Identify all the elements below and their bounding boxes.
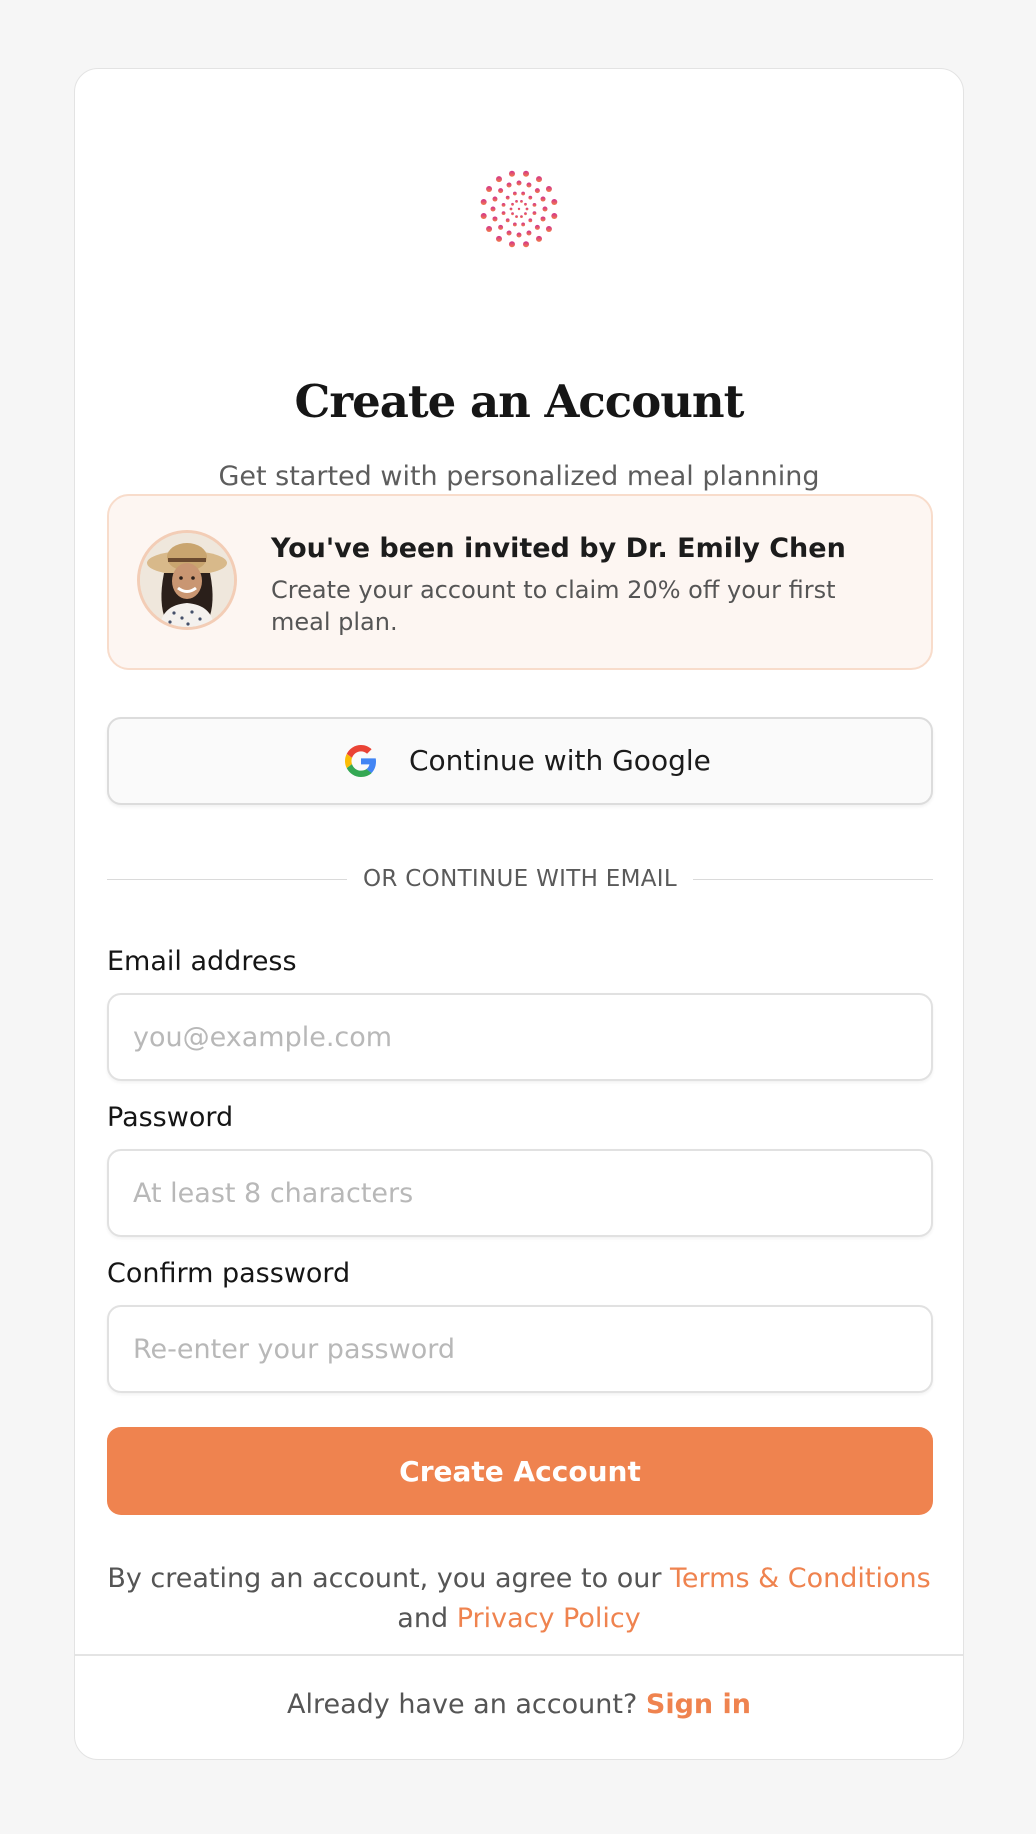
create-account-button[interactable]: Create Account <box>107 1427 933 1515</box>
terms-link[interactable]: Terms & Conditions <box>670 1563 931 1594</box>
terms-notice: By creating an account, you agree to our… <box>75 1559 963 1639</box>
or-divider: OR CONTINUE WITH EMAIL <box>107 859 933 899</box>
invite-banner: You've been invited by Dr. Emily Chen Cr… <box>107 494 933 670</box>
email-field[interactable] <box>107 993 933 1081</box>
password-label: Password <box>107 1102 234 1133</box>
google-icon <box>345 745 376 777</box>
page-subtitle: Get started with personalized meal plann… <box>218 461 820 492</box>
google-button-label: Continue with Google <box>409 744 711 777</box>
continue-with-google-button[interactable]: Continue with Google <box>107 717 933 805</box>
terms-middle: and <box>397 1603 457 1634</box>
invite-title: You've been invited by Dr. Emily Chen <box>271 533 846 564</box>
signin-prefix: Already have an account? <box>286 1689 646 1720</box>
footer-divider <box>75 1654 963 1656</box>
signin-prompt: Already have an account? Sign in <box>75 1685 963 1725</box>
page-title: Create an Account <box>294 375 745 428</box>
sign-in-link[interactable]: Sign in <box>646 1689 751 1720</box>
divider-line-right <box>693 879 933 880</box>
logo-icon <box>480 170 558 248</box>
confirm-password-label: Confirm password <box>107 1258 351 1289</box>
email-label: Email address <box>107 946 297 977</box>
privacy-policy-link[interactable]: Privacy Policy <box>457 1603 641 1634</box>
invite-text: Create your account to claim 20% off you… <box>271 576 836 636</box>
password-field[interactable] <box>107 1149 933 1237</box>
terms-prefix: By creating an account, you agree to our <box>107 1563 671 1594</box>
avatar <box>137 530 237 630</box>
confirm-password-field[interactable] <box>107 1305 933 1393</box>
signup-card: Create an Account Get started with perso… <box>74 68 964 1760</box>
person-avatar-icon <box>140 533 234 627</box>
